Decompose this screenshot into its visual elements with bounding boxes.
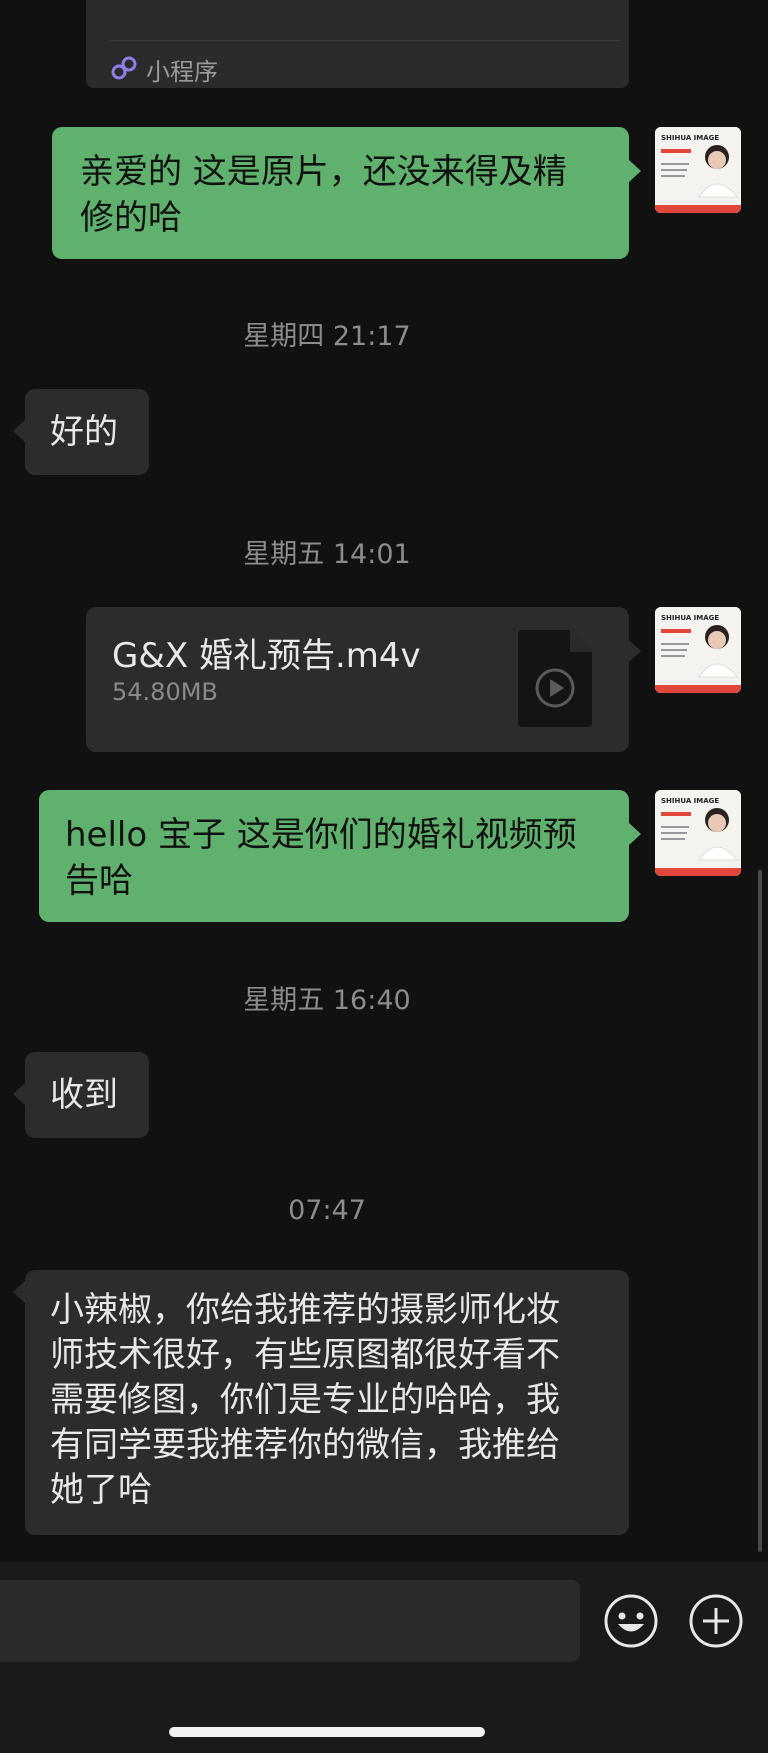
message-line: 小辣椒，你给我推荐的摄影师化妆 [50, 1290, 560, 1330]
bubble-tail [13, 1281, 25, 1303]
message-line: 需要修图，你们是专业的哈哈，我 [50, 1380, 560, 1420]
message-bubble-received[interactable]: 收到 [25, 1052, 149, 1138]
mini-program-label: 小程序 [146, 58, 218, 86]
plus-circle-icon[interactable] [688, 1593, 744, 1649]
avatar[interactable]: SHIHUA IMAGE [655, 127, 741, 213]
timestamp: 星期五 14:01 [243, 539, 411, 570]
mini-program-link-icon [111, 56, 137, 80]
timestamp: 星期四 21:17 [243, 321, 411, 352]
message-line: 她了哈 [50, 1470, 152, 1510]
message-bubble-sent[interactable]: 亲爱的 这是原片，还没来得及精 修的哈 [52, 127, 629, 259]
bubble-tail [629, 640, 641, 662]
message-line: 收到 [50, 1075, 118, 1115]
svg-text:SHIHUA IMAGE: SHIHUA IMAGE [661, 614, 719, 622]
video-file-icon [518, 630, 592, 727]
home-indicator[interactable] [169, 1727, 485, 1737]
file-name: G&X 婚礼预告.m4v [112, 636, 421, 676]
message-line: hello 宝子 这是你们的婚礼视频预 [65, 815, 577, 855]
message-line: 师技术很好，有些原图都很好看不 [50, 1335, 560, 1375]
message-line: 好的 [50, 412, 118, 452]
svg-text:SHIHUA IMAGE: SHIHUA IMAGE [661, 797, 719, 805]
message-line: 有同学要我推荐你的微信，我推给 [50, 1425, 560, 1465]
file-size: 54.80MB [112, 678, 218, 706]
message-line: 亲爱的 这是原片，还没来得及精 [80, 152, 567, 192]
message-line: 告哈 [65, 861, 133, 901]
scrollbar[interactable] [758, 870, 762, 1552]
message-bubble-received[interactable]: 小辣椒，你给我推荐的摄影师化妆 师技术很好，有些原图都很好看不 需要修图，你们是… [25, 1270, 629, 1535]
bubble-tail [629, 160, 641, 182]
message-input[interactable] [0, 1580, 580, 1662]
timestamp: 07:47 [288, 1195, 366, 1226]
avatar[interactable]: SHIHUA IMAGE [655, 607, 741, 693]
avatar[interactable]: SHIHUA IMAGE [655, 790, 741, 876]
message-bubble-sent[interactable]: hello 宝子 这是你们的婚礼视频预 告哈 [39, 790, 629, 922]
bubble-tail [13, 1083, 25, 1105]
avatar-brand: SHIHUA IMAGE [661, 134, 719, 142]
message-bubble-received[interactable]: 好的 [25, 389, 149, 475]
divider [110, 40, 620, 41]
message-line: 修的哈 [80, 198, 182, 238]
emoji-face-icon[interactable] [603, 1593, 659, 1649]
timestamp: 星期五 16:40 [243, 985, 411, 1016]
bubble-tail [629, 823, 641, 845]
bubble-tail [13, 420, 25, 442]
